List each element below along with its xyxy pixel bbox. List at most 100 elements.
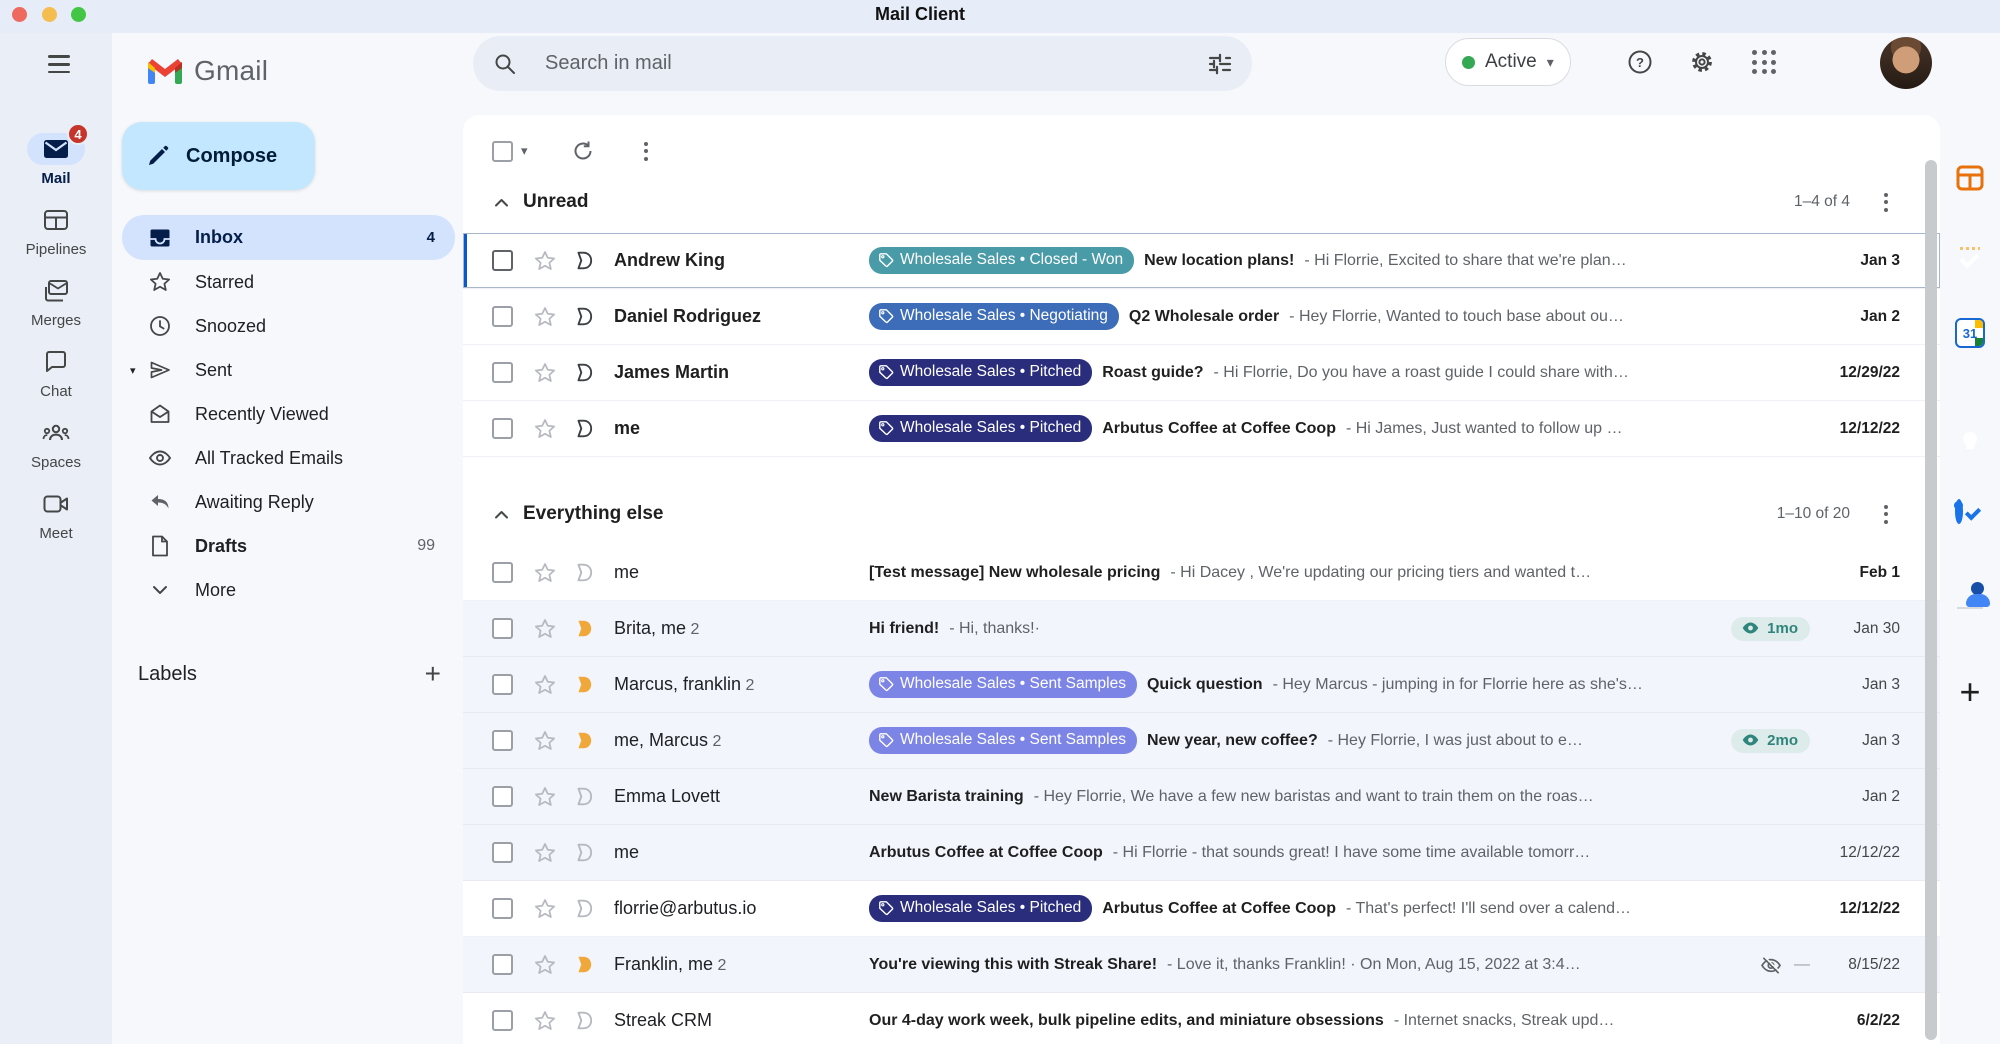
sidebar-item-snoozed[interactable]: Snoozed [122, 304, 455, 348]
sidebar-item-starred[interactable]: Starred [122, 260, 455, 304]
pipeline-stage-tag[interactable]: Wholesale Sales • Sent Samples [869, 727, 1137, 754]
settings-gear-icon[interactable] [1678, 38, 1726, 86]
tracking-dash: — [1794, 956, 1810, 974]
rail-item-meet[interactable]: Meet [0, 488, 112, 542]
collapse-section-icon[interactable] [487, 188, 515, 216]
streak-box-icon[interactable] [573, 362, 594, 383]
email-row[interactable]: James MartinWholesale Sales • PitchedRoa… [463, 345, 1940, 401]
email-row[interactable]: florrie@arbutus.ioWholesale Sales • Pitc… [463, 881, 1940, 937]
star-icon[interactable] [534, 562, 556, 584]
sidebar-item-drafts[interactable]: Drafts 99 [122, 524, 455, 568]
list-scrollbar[interactable] [1925, 160, 1937, 1040]
star-icon[interactable] [534, 898, 556, 920]
row-checkbox[interactable] [492, 306, 513, 327]
email-row[interactable]: Emma LovettNew Barista training- Hey Flo… [463, 769, 1940, 825]
rail-item-mail[interactable]: 4 Mail [0, 133, 112, 187]
help-icon[interactable]: ? [1616, 38, 1664, 86]
row-checkbox[interactable] [492, 898, 513, 919]
email-row[interactable]: Andrew KingWholesale Sales • Closed - Wo… [463, 233, 1940, 289]
streak-box-icon[interactable] [573, 250, 594, 271]
sidebar-item-awaiting-reply[interactable]: Awaiting Reply [122, 480, 455, 524]
streak-box-icon[interactable] [573, 418, 594, 439]
pipeline-stage-tag[interactable]: Wholesale Sales • Pitched [869, 415, 1092, 442]
star-icon[interactable] [534, 730, 556, 752]
refresh-icon[interactable] [572, 140, 594, 162]
search-icon[interactable] [481, 40, 529, 88]
sidebar-item-sent[interactable]: ▾ Sent [122, 348, 455, 392]
streak-box-icon[interactable] [573, 954, 594, 975]
star-icon[interactable] [534, 674, 556, 696]
row-checkbox[interactable] [492, 786, 513, 807]
row-checkbox[interactable] [492, 618, 513, 639]
section-more-icon[interactable] [1880, 501, 1892, 528]
collapse-section-icon[interactable] [487, 500, 515, 528]
streak-box-icon[interactable] [573, 842, 594, 863]
rail-item-pipelines[interactable]: Pipelines [0, 204, 112, 258]
add-addon-button[interactable]: + [1954, 673, 1986, 711]
more-options-icon[interactable] [640, 138, 652, 165]
section-more-icon[interactable] [1880, 189, 1892, 216]
streak-box-icon[interactable] [573, 562, 594, 583]
streak-box-icon[interactable] [573, 306, 594, 327]
sidebar-item-inbox[interactable]: Inbox 4 [122, 215, 455, 260]
sidebar-item-more[interactable]: More [122, 568, 455, 612]
row-checkbox[interactable] [492, 730, 513, 751]
star-icon[interactable] [534, 618, 556, 640]
star-icon[interactable] [534, 362, 556, 384]
streak-box-icon[interactable] [573, 618, 594, 639]
tasks-icon[interactable] [1955, 499, 1963, 524]
streak-pipelines-icon[interactable] [1955, 163, 1985, 193]
search-filters-icon[interactable] [1196, 40, 1244, 88]
row-checkbox[interactable] [492, 562, 513, 583]
streak-box-icon[interactable] [573, 674, 594, 695]
row-checkbox[interactable] [492, 674, 513, 695]
apps-grid-icon[interactable] [1740, 38, 1788, 86]
sidebar-item-all-tracked-emails[interactable]: All Tracked Emails [122, 436, 455, 480]
email-row[interactable]: Streak CRMOur 4-day work week, bulk pipe… [463, 993, 1940, 1044]
pipeline-stage-tag[interactable]: Wholesale Sales • Sent Samples [869, 671, 1137, 698]
row-checkbox[interactable] [492, 418, 513, 439]
streak-box-icon[interactable] [573, 1010, 594, 1031]
star-icon[interactable] [534, 954, 556, 976]
star-icon[interactable] [534, 306, 556, 328]
search-bar[interactable] [473, 36, 1252, 91]
email-row[interactable]: Franklin, me 2You're viewing this with S… [463, 937, 1940, 993]
star-icon[interactable] [534, 842, 556, 864]
status-selector[interactable]: Active ▾ [1445, 38, 1571, 86]
expand-caret-icon[interactable]: ▾ [130, 364, 136, 377]
email-row[interactable]: Daniel RodriguezWholesale Sales • Negoti… [463, 289, 1940, 345]
rail-item-spaces[interactable]: Spaces [0, 417, 112, 471]
compose-button[interactable]: Compose [122, 122, 315, 190]
star-icon[interactable] [534, 250, 556, 272]
star-icon[interactable] [534, 1010, 556, 1032]
account-avatar[interactable] [1880, 37, 1932, 89]
streak-box-icon[interactable] [573, 730, 594, 751]
streak-box-icon[interactable] [573, 786, 594, 807]
pipeline-stage-tag[interactable]: Wholesale Sales • Pitched [869, 895, 1092, 922]
star-icon[interactable] [534, 786, 556, 808]
email-row[interactable]: Marcus, franklin 2Wholesale Sales • Sent… [463, 657, 1940, 713]
pipeline-stage-tag[interactable]: Wholesale Sales • Pitched [869, 359, 1092, 386]
pipeline-stage-tag[interactable]: Wholesale Sales • Negotiating [869, 303, 1119, 330]
sidebar-item-recently-viewed[interactable]: Recently Viewed [122, 392, 455, 436]
pipeline-stage-tag[interactable]: Wholesale Sales • Closed - Won [869, 247, 1134, 274]
email-row[interactable]: me[Test message] New wholesale pricing- … [463, 545, 1940, 601]
rail-item-merges[interactable]: Merges [0, 275, 112, 329]
row-checkbox[interactable] [492, 250, 513, 271]
row-checkbox[interactable] [492, 842, 513, 863]
search-input[interactable] [543, 51, 1196, 76]
row-checkbox[interactable] [492, 1010, 513, 1031]
add-label-button[interactable]: + [425, 660, 441, 688]
streak-box-icon[interactable] [573, 898, 594, 919]
star-icon[interactable] [534, 418, 556, 440]
select-dropdown-icon[interactable]: ▾ [521, 143, 528, 159]
email-row[interactable]: me, Marcus 2Wholesale Sales • Sent Sampl… [463, 713, 1940, 769]
rail-item-chat[interactable]: Chat [0, 346, 112, 400]
calendar-icon[interactable]: 31 [1955, 318, 1985, 348]
select-all-checkbox[interactable] [492, 141, 513, 162]
row-checkbox[interactable] [492, 362, 513, 383]
email-row[interactable]: Brita, me 2Hi friend!- Hi, thanks!·1moJa… [463, 601, 1940, 657]
email-row[interactable]: meWholesale Sales • PitchedArbutus Coffe… [463, 401, 1940, 457]
row-checkbox[interactable] [492, 954, 513, 975]
email-row[interactable]: meArbutus Coffee at Coffee Coop- Hi Flor… [463, 825, 1940, 881]
